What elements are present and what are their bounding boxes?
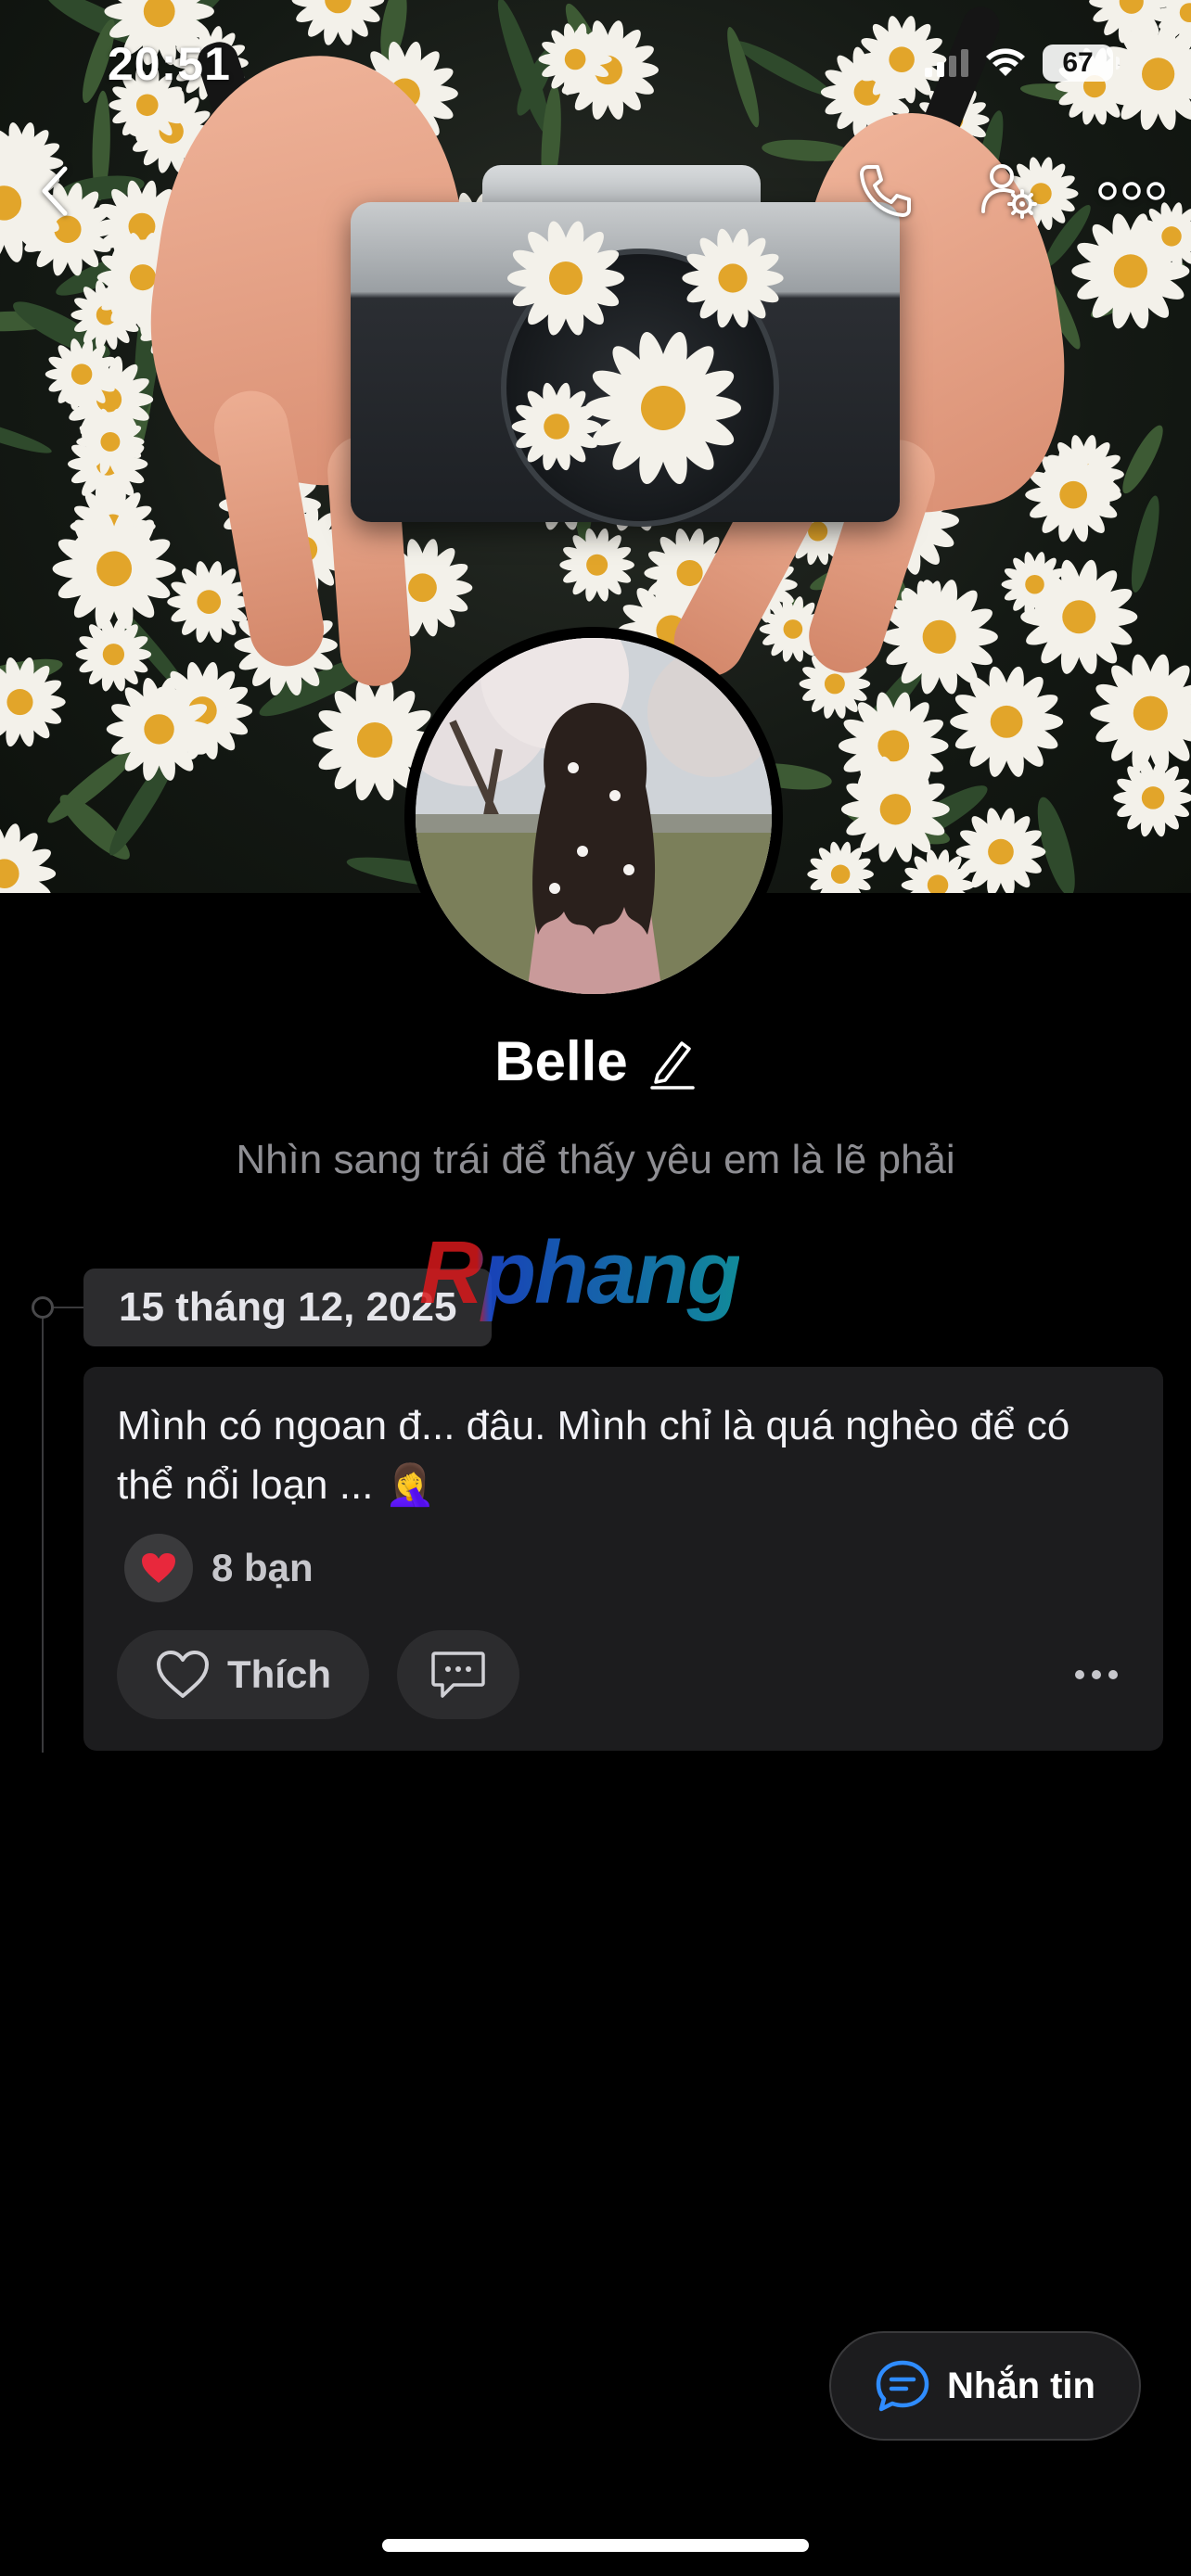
watermark-logo: Rphang	[419, 1223, 741, 1322]
like-label: Thích	[227, 1652, 331, 1696]
comment-icon	[431, 1651, 485, 1698]
home-indicator[interactable]	[382, 2539, 809, 2552]
phone-icon	[860, 165, 911, 217]
chevron-left-icon	[42, 166, 68, 216]
comment-button[interactable]	[397, 1630, 519, 1719]
status-icons: 67	[925, 45, 1120, 82]
call-button[interactable]	[852, 158, 918, 224]
avatar-illustration	[416, 638, 772, 994]
profile-name-row: Belle	[0, 1029, 1191, 1093]
pencil-icon[interactable]	[648, 1034, 697, 1090]
like-button[interactable]: Thích	[117, 1630, 369, 1719]
chat-bubble-icon	[876, 2360, 929, 2412]
reaction-summary[interactable]: 8 bạn	[124, 1534, 314, 1602]
more-dots-icon[interactable]	[1063, 1645, 1130, 1704]
more-horizontal-icon	[1098, 182, 1165, 200]
timeline-dot	[32, 1296, 54, 1319]
avatar-photo	[416, 638, 772, 994]
more-options-button[interactable]	[1095, 158, 1169, 224]
timeline-connector	[54, 1307, 83, 1308]
reaction-count: 8 bạn	[211, 1546, 314, 1589]
battery-indicator: 67	[1043, 45, 1120, 82]
message-label: Nhắn tin	[947, 2365, 1095, 2406]
status-time: 20:51	[108, 38, 231, 90]
profile-name: Belle	[494, 1030, 628, 1092]
heart-icon	[124, 1534, 193, 1602]
message-button[interactable]: Nhắn tin	[829, 2331, 1141, 2441]
post-card[interactable]: Mình có ngoan đ... đâu. Mình chỉ là quá …	[83, 1367, 1163, 1751]
back-button[interactable]	[22, 158, 89, 224]
cellular-signal-icon	[925, 49, 968, 77]
wifi-icon	[986, 48, 1025, 76]
post-text: Mình có ngoan đ... đâu. Mình chỉ là quá …	[117, 1403, 1070, 1508]
profile-settings-button[interactable]	[976, 158, 1043, 224]
timeline-line	[42, 1307, 44, 1753]
profile-screen: 20:51 67 Belle Nhìn sang trái để thấy yê…	[0, 0, 1191, 2576]
user-settings-icon	[981, 164, 1037, 219]
avatar[interactable]	[404, 627, 783, 1005]
heart-outline-icon	[157, 1651, 209, 1698]
profile-bio: Nhìn sang trái để thấy yêu em là lẽ phải	[236, 1137, 955, 1182]
